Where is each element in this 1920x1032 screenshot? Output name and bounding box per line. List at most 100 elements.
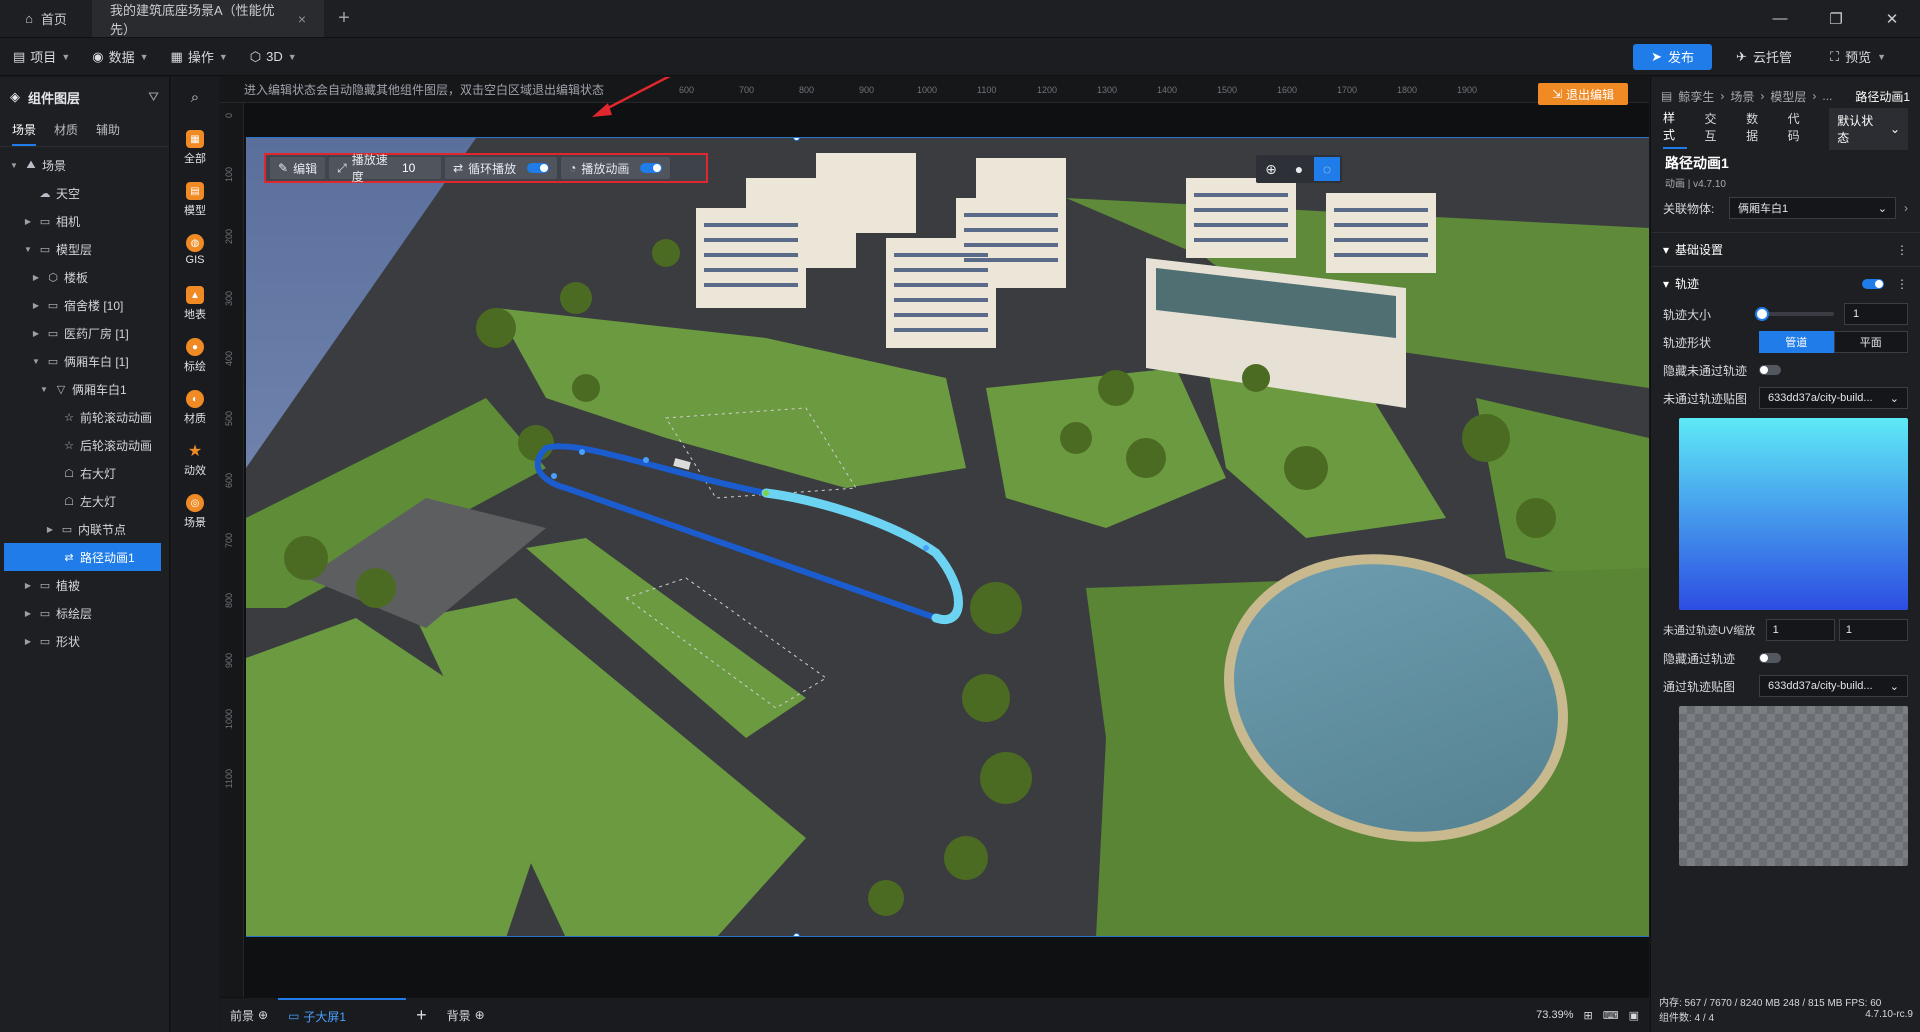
add-circle-icon[interactable]: ⊕ — [258, 1008, 268, 1022]
tree-item-path-animation[interactable]: ⇄ 路径动画1 — [4, 543, 161, 571]
tree-item-rear-wheel-anim[interactable]: ☆ 后轮滚动动画 — [0, 431, 169, 459]
tree-item-floor[interactable]: ▶ ⬡ 楼板 — [0, 263, 169, 291]
add-circle-icon[interactable]: ⊕ — [475, 1008, 485, 1022]
more-icon[interactable]: ⋮ — [1896, 277, 1908, 291]
cloud-hosting-button[interactable]: ✈ 云托管 — [1722, 44, 1806, 70]
background-tab[interactable]: 背景 ⊕ — [437, 1007, 495, 1024]
tree-item-camera[interactable]: ▶ ▭ 相机 — [0, 207, 169, 235]
sphere-icon[interactable]: ● — [1286, 157, 1312, 181]
uv-scale-x-input[interactable]: 1 — [1765, 619, 1835, 641]
path-node[interactable] — [923, 545, 929, 551]
speed-control[interactable]: ⤢ 播放速度 10 — [329, 153, 442, 184]
tree-item-factory[interactable]: ▶ ▭ 医药厂房 [1] — [0, 319, 169, 347]
menu-3d[interactable]: ⬡ 3D ▼ — [237, 49, 306, 65]
tab-interaction[interactable]: 交互 — [1705, 110, 1729, 148]
keyboard-icon[interactable]: ⌨ — [1603, 1009, 1619, 1022]
tab-style[interactable]: 样式 — [1663, 109, 1687, 149]
path-node[interactable] — [551, 473, 557, 479]
add-screen-button[interactable]: + — [406, 1005, 437, 1026]
hide-unpassed-toggle[interactable] — [1759, 365, 1781, 375]
tab-scene[interactable]: 场景 — [12, 121, 37, 146]
unpassed-texture-preview[interactable] — [1679, 418, 1908, 610]
tree-item-shape[interactable]: ▶ ▭ 形状 — [0, 627, 169, 655]
speed-value[interactable]: 10 — [402, 161, 433, 175]
track-shape-option-plane[interactable]: 平面 — [1833, 331, 1908, 353]
tab-helper[interactable]: 辅助 — [96, 121, 120, 146]
menu-project[interactable]: ▤ 项目 ▼ — [0, 47, 79, 66]
section-basic-settings[interactable]: ▾ 基础设置 ⋮ — [1651, 232, 1920, 266]
loop-toggle[interactable] — [527, 163, 550, 173]
restore-icon[interactable]: ❐ — [1808, 0, 1864, 37]
breadcrumb-item[interactable]: 模型层 — [1770, 88, 1806, 105]
expand-arrow-icon[interactable]: ▶ — [30, 273, 42, 282]
tab-document[interactable]: 我的建筑底座场景A（性能优先） × — [92, 0, 324, 37]
editor-canvas[interactable]: 600 700 800 900 1000 1100 1200 1300 1400… — [220, 77, 1649, 997]
more-icon[interactable]: ⋮ — [1896, 243, 1908, 257]
path-node[interactable] — [643, 457, 649, 463]
tree-item-plot-layer[interactable]: ▶ ▭ 标绘层 — [0, 599, 169, 627]
track-toggle[interactable] — [1862, 278, 1884, 289]
publish-button[interactable]: ➤ 发布 — [1633, 43, 1713, 70]
close-icon[interactable]: × — [298, 11, 306, 27]
category-terrain[interactable]: ▲ 地表 — [184, 286, 206, 338]
chevron-right-icon[interactable]: › — [1904, 201, 1908, 215]
slider-knob[interactable] — [1755, 307, 1769, 321]
expand-arrow-icon[interactable]: ▶ — [44, 525, 56, 534]
tree-item-right-light[interactable]: ☖ 右大灯 — [0, 459, 169, 487]
track-size-slider[interactable] — [1755, 307, 1834, 321]
expand-arrow-icon[interactable]: ▶ — [22, 609, 34, 618]
menu-operate[interactable]: ▦ 操作 ▼ — [158, 47, 237, 66]
play-toggle[interactable] — [640, 163, 663, 173]
window-close-icon[interactable]: ✕ — [1864, 0, 1920, 37]
zoom-level[interactable]: 73.39% — [1536, 1009, 1573, 1021]
exit-edit-button[interactable]: ⇲ 退出编辑 — [1538, 83, 1628, 105]
tree-item-inline-node[interactable]: ▶ ▭ 内联节点 — [0, 515, 169, 543]
track-size-input[interactable]: 1 — [1844, 303, 1908, 325]
category-gis[interactable]: ◍ GIS — [186, 234, 204, 286]
play-animation-control[interactable]: ◔ 播放动画 — [561, 157, 671, 179]
expand-arrow-icon[interactable]: ▼ — [38, 385, 50, 394]
tree-item-dormitory[interactable]: ▶ ▭ 宿舍楼 [10] — [0, 291, 169, 319]
path-node[interactable] — [763, 490, 769, 496]
passed-texture-select[interactable]: 633dd37a/city-build... ⌄ — [1759, 675, 1908, 697]
track-shape-option-pipe[interactable]: 管道 — [1759, 331, 1834, 353]
sub-screen-tab[interactable]: ▭ 子大屏1 — [278, 997, 407, 1032]
related-object-select[interactable]: 俩厢车白1 ⌄ — [1729, 197, 1896, 219]
tab-code[interactable]: 代码 — [1788, 110, 1812, 148]
category-model[interactable]: ▤ 模型 — [184, 182, 206, 234]
category-plot[interactable]: ● 标绘 — [184, 338, 206, 390]
expand-arrow-icon[interactable]: ▼ — [22, 245, 34, 254]
expand-arrow-icon[interactable]: ▶ — [22, 217, 34, 226]
expand-arrow-icon[interactable]: ▶ — [30, 301, 42, 310]
preview-button[interactable]: ⛶ 预览 ▼ — [1816, 44, 1900, 70]
breadcrumb-item[interactable]: 鲸孪生 — [1678, 88, 1714, 105]
filter-icon[interactable]: ⛛ — [148, 89, 159, 105]
edit-button[interactable]: ✎ 编辑 — [270, 157, 326, 179]
tab-data[interactable]: 数据 — [1746, 110, 1770, 148]
menu-data[interactable]: ◉ 数据 ▼ — [79, 47, 157, 66]
add-tab-button[interactable]: + — [324, 0, 364, 37]
loop-play-control[interactable]: ⇄ 循环播放 — [445, 157, 558, 179]
expand-arrow-icon[interactable]: ▶ — [22, 637, 34, 646]
expand-arrow-icon[interactable]: ▼ — [30, 357, 42, 366]
state-select[interactable]: 默认状态 ⌄ — [1829, 108, 1909, 150]
tree-item-vegetation[interactable]: ▶ ▭ 植被 — [0, 571, 169, 599]
expand-arrow-icon[interactable]: ▶ — [30, 329, 42, 338]
tree-item-front-wheel-anim[interactable]: ☆ 前轮滚动动画 — [0, 403, 169, 431]
category-material[interactable]: ◐ 材质 — [184, 390, 206, 442]
tree-item-left-light[interactable]: ☖ 左大灯 — [0, 487, 169, 515]
tab-home[interactable]: ⌂ 首页 — [0, 0, 92, 37]
orbit-icon[interactable]: ◌ — [1314, 157, 1340, 181]
breadcrumb-item[interactable]: ... — [1822, 89, 1832, 103]
section-track[interactable]: ▾ 轨迹 ⋮ — [1651, 266, 1920, 300]
passed-texture-preview[interactable] — [1679, 706, 1908, 866]
terminal-icon[interactable]: ▣ — [1629, 1009, 1639, 1022]
category-scene[interactable]: ◎ 场景 — [184, 494, 206, 546]
tree-item-car-group[interactable]: ▼ ▭ 俩厢车白 [1] — [0, 347, 169, 375]
tree-item-scene[interactable]: ▼ ⛰ 场景 — [0, 151, 169, 179]
breadcrumb-item[interactable]: 场景 — [1730, 88, 1754, 105]
tab-material[interactable]: 材质 — [54, 121, 78, 146]
3d-scene-viewport[interactable] — [246, 137, 1649, 937]
hide-passed-toggle[interactable] — [1759, 653, 1781, 663]
search-icon[interactable]: ⌕ — [191, 89, 199, 106]
